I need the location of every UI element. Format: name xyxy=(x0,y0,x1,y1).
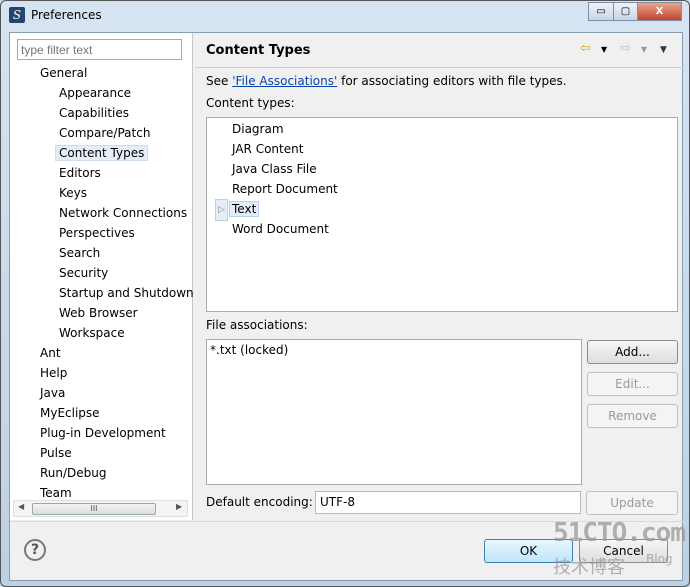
tree-item[interactable]: Network Connections xyxy=(10,203,193,223)
description: See 'File Associations' for associating … xyxy=(206,74,567,88)
tree-item[interactable]: Perspectives xyxy=(10,223,193,243)
filter-input[interactable] xyxy=(17,39,182,60)
file-associations-list[interactable]: *.txt (locked) xyxy=(206,339,582,485)
app-icon: S xyxy=(9,7,25,23)
forward-dropdown-icon[interactable]: ▼ xyxy=(641,45,647,54)
tree-item-label: Team xyxy=(40,486,72,500)
preference-tree: General Appearance Capabilities Compare/Pat… xyxy=(10,63,193,503)
tree-item-label: Appearance xyxy=(59,86,132,100)
content-type-item[interactable]: JAR Content xyxy=(207,139,677,159)
tree-item-label: Java xyxy=(40,386,66,400)
dialog-body: General Appearance Capabilities Compare/Pat… xyxy=(9,32,684,581)
tree-item[interactable]: Web Browser xyxy=(10,303,193,323)
tree-item[interactable]: Pulse xyxy=(10,443,193,463)
tree-item[interactable]: Java xyxy=(10,383,193,403)
content-types-label: Content types: xyxy=(206,96,295,110)
tree-item[interactable]: Editors xyxy=(10,163,193,183)
content-type-item[interactable]: Java Class File xyxy=(207,159,677,179)
forward-arrow-icon[interactable]: ⇨ xyxy=(620,41,631,56)
content-type-label: Report Document xyxy=(232,182,338,196)
desc-prefix: See xyxy=(206,74,233,88)
tree-item-label: Perspectives xyxy=(59,226,135,240)
tree-item-label: MyEclipse xyxy=(40,406,100,420)
content-type-item[interactable]: Diagram xyxy=(207,119,677,139)
tree-item-label: Run/Debug xyxy=(40,466,107,480)
tree-item-label: Workspace xyxy=(59,326,125,340)
view-menu-icon[interactable]: ▼ xyxy=(660,45,667,55)
tree-item-label: Search xyxy=(59,246,101,260)
page-title: Content Types xyxy=(206,43,311,58)
content-type-label: Java Class File xyxy=(232,162,317,176)
tree-item[interactable]: Help xyxy=(10,363,193,383)
tree-item[interactable]: Search xyxy=(10,243,193,263)
file-associations-link[interactable]: 'File Associations' xyxy=(232,74,337,88)
content-type-item[interactable]: ▷ Text xyxy=(207,199,677,221)
tree-item[interactable]: Startup and Shutdown xyxy=(10,283,193,303)
content-type-label: Text xyxy=(229,201,260,217)
watermark-blog: Blog xyxy=(646,552,673,566)
tree-item[interactable]: Capabilities xyxy=(10,103,193,123)
scroll-right-icon[interactable]: ▶ xyxy=(176,502,182,511)
content-type-label: JAR Content xyxy=(232,142,304,156)
tree-item-label: Keys xyxy=(59,186,88,200)
tree-item-label: Compare/Patch xyxy=(59,126,151,140)
tree-item[interactable]: Compare/Patch xyxy=(10,123,193,143)
default-encoding-label: Default encoding: xyxy=(206,495,313,509)
tree-item-label: Startup and Shutdown xyxy=(59,286,193,300)
tree-item[interactable]: Keys xyxy=(10,183,193,203)
expand-icon[interactable]: ▷ xyxy=(215,199,228,221)
tree-item-label: Content Types xyxy=(55,145,149,161)
tree-item[interactable]: MyEclipse xyxy=(10,403,193,423)
tree-item[interactable]: Ant xyxy=(10,343,193,363)
content-type-label: Diagram xyxy=(232,122,284,136)
tree-item[interactable]: Run/Debug xyxy=(10,463,193,483)
tree-item-label: Web Browser xyxy=(59,306,138,320)
file-association-item[interactable]: *.txt (locked) xyxy=(210,343,578,357)
help-icon[interactable]: ? xyxy=(24,539,46,561)
header-separator xyxy=(195,67,684,68)
add-button[interactable]: Add... xyxy=(587,340,678,364)
watermark-subtitle: 技术博客 xyxy=(553,557,625,578)
desc-suffix: for associating editors with file types. xyxy=(337,74,567,88)
preferences-window: S Preferences ▭ ▢ X General Appearance Cap… xyxy=(0,0,690,587)
default-encoding-input[interactable]: UTF-8 xyxy=(315,491,581,514)
tree-item-label: Ant xyxy=(40,346,61,360)
minimize-button[interactable]: ▭ xyxy=(588,2,614,21)
tree-item-label: Capabilities xyxy=(59,106,129,120)
tree-item-label: Editors xyxy=(59,166,101,180)
content-type-label: Word Document xyxy=(232,222,329,236)
content-types-tree[interactable]: Diagram JAR Content Java Class File Report … xyxy=(206,117,678,312)
back-dropdown-icon[interactable]: ▼ xyxy=(601,45,607,54)
preference-tree-panel: General Appearance Capabilities Compare/Pat… xyxy=(10,33,193,520)
window-title: Preferences xyxy=(31,8,102,22)
scroll-left-icon[interactable]: ◀ xyxy=(18,502,24,511)
tree-item[interactable]: Workspace xyxy=(10,323,193,343)
tree-item-label: General xyxy=(40,66,88,80)
remove-button[interactable]: Remove xyxy=(587,404,678,428)
watermark-logo: 51CTO.com xyxy=(553,518,686,548)
close-button[interactable]: X xyxy=(637,2,682,21)
update-button[interactable]: Update xyxy=(586,491,678,515)
edit-button[interactable]: Edit... xyxy=(587,372,678,396)
tree-item[interactable]: Content Types xyxy=(10,143,193,163)
content-type-item[interactable]: Report Document xyxy=(207,179,677,199)
scroll-thumb[interactable]: III xyxy=(32,503,156,515)
back-arrow-icon[interactable]: ⇦ xyxy=(580,41,591,56)
content-types-page: Content Types ⇦ ▼ ⇨ ▼ ▼ See 'File Associ… xyxy=(195,33,684,520)
tree-item-label: Security xyxy=(59,266,109,280)
tree-item-label: Network Connections xyxy=(59,206,188,220)
content-type-item[interactable]: Word Document xyxy=(207,219,677,239)
maximize-button[interactable]: ▢ xyxy=(613,2,638,21)
tree-item[interactable]: General xyxy=(10,63,193,83)
tree-item-label: Plug-in Development xyxy=(40,426,166,440)
file-associations-label: File associations: xyxy=(206,318,308,332)
tree-item-label: Pulse xyxy=(40,446,72,460)
horizontal-scrollbar[interactable]: ◀ III ▶ xyxy=(13,500,188,517)
tree-item[interactable]: Plug-in Development xyxy=(10,423,193,443)
tree-item[interactable]: Appearance xyxy=(10,83,193,103)
tree-item[interactable]: Security xyxy=(10,263,193,283)
tree-item-label: Help xyxy=(40,366,68,380)
